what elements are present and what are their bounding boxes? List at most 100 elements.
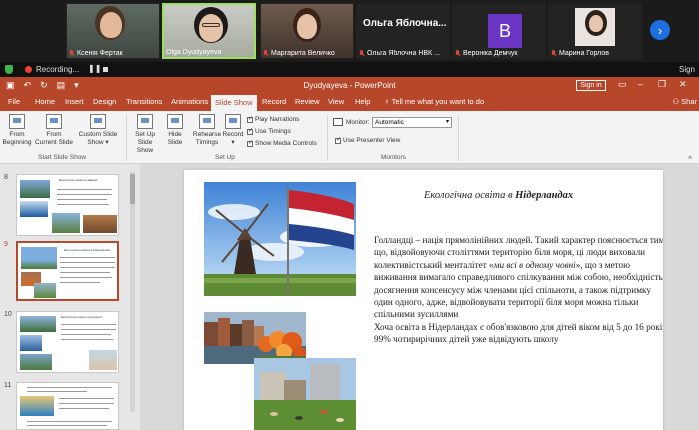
shield-icon bbox=[5, 65, 13, 74]
slide-editor: Екологічна освіта в Нідерландах Голландц… bbox=[140, 164, 699, 430]
collapse-ribbon-icon[interactable]: ˄ bbox=[688, 155, 692, 162]
from-beginning-button[interactable]: From Beginning bbox=[2, 114, 32, 147]
minimize-icon[interactable]: – bbox=[638, 79, 643, 89]
close-icon[interactable]: ✕ bbox=[679, 79, 687, 90]
thumbnail-text-line bbox=[60, 257, 115, 258]
chevron-down-icon: ▾ bbox=[445, 119, 449, 125]
slide-thumbnail[interactable] bbox=[16, 382, 119, 430]
checkbox-icon bbox=[247, 127, 253, 135]
tab-review[interactable]: Review bbox=[295, 97, 320, 106]
glasses-icon bbox=[202, 23, 220, 27]
rehearse-timings-button[interactable]: Rehearse Timings bbox=[192, 114, 222, 147]
thumbnail-text-line bbox=[27, 421, 112, 422]
slideshow-start-icon bbox=[9, 114, 25, 129]
tab-insert[interactable]: Insert bbox=[65, 97, 84, 106]
video-tile[interactable]: Ксенія Фертак bbox=[66, 3, 160, 59]
current-slide[interactable]: Екологічна освіта в Нідерландах Голландц… bbox=[184, 170, 663, 430]
play-narrations-checkbox[interactable]: Play Narrations bbox=[247, 115, 299, 123]
title-bar: ▣ ↶ ↻ ▤ ▾ Dyudyayeva - PowerPoint Sign i… bbox=[0, 77, 699, 94]
scrollbar-thumb[interactable] bbox=[130, 174, 135, 204]
video-tile[interactable]: Ольга Яблочна... Ольга Яблочна НВК ... bbox=[356, 3, 450, 59]
monitor-select[interactable]: Automatic ▾ bbox=[372, 117, 452, 128]
thumbnail-text-line bbox=[60, 267, 115, 268]
park-image bbox=[254, 358, 356, 430]
video-tile-active-speaker[interactable]: Olga Dyudyayeva bbox=[162, 3, 256, 59]
thumbnail-image bbox=[21, 247, 57, 269]
tab-home[interactable]: Home bbox=[35, 97, 55, 106]
monitor-icon bbox=[333, 118, 343, 126]
tab-design[interactable]: Design bbox=[93, 97, 116, 106]
zoom-video-strip: Ксенія Фертак Olga Dyudyayeva Маргарита … bbox=[0, 0, 699, 62]
group-divider bbox=[458, 115, 459, 161]
sign-in-link[interactable]: Sign bbox=[679, 65, 695, 74]
ribbon-tabs: File Home Insert Design Transitions Anim… bbox=[0, 94, 699, 111]
slide-thumbnail[interactable]: Екологічна освіта в Норвегії bbox=[16, 311, 119, 373]
profile-picture bbox=[575, 8, 615, 46]
slide-thumbnail-selected[interactable]: Екологічна освіта в Нідерландах bbox=[16, 241, 119, 301]
group-divider bbox=[327, 115, 328, 161]
show-media-controls-checkbox[interactable]: Show Media Controls bbox=[247, 139, 317, 147]
tab-transitions[interactable]: Transitions bbox=[126, 97, 162, 106]
restore-icon[interactable]: ❐ bbox=[658, 79, 666, 90]
thumbnail-text-line bbox=[60, 277, 112, 278]
video-tile[interactable]: Марина Горлов bbox=[548, 3, 642, 59]
stop-recording-button[interactable] bbox=[103, 67, 108, 72]
checkbox-icon bbox=[247, 115, 253, 123]
chevron-right-icon: › bbox=[657, 22, 663, 38]
windmill-flag-image bbox=[204, 182, 356, 296]
tab-slide-show[interactable]: Slide Show bbox=[211, 95, 257, 111]
thumbnail-image bbox=[34, 283, 56, 298]
use-timings-checkbox[interactable]: Use Timings bbox=[247, 127, 291, 135]
tab-help[interactable]: Help bbox=[355, 97, 370, 106]
custom-slide-show-button[interactable]: Custom Slide Show ▾ bbox=[77, 114, 119, 147]
set-up-slide-show-button[interactable]: Set Up Slide Show bbox=[129, 114, 161, 155]
tab-animations[interactable]: Animations bbox=[171, 97, 208, 106]
slide-title[interactable]: Екологічна освіта в Нідерландах bbox=[424, 190, 573, 201]
video-tile[interactable]: B Вероніка Демчук bbox=[452, 3, 546, 59]
tab-record[interactable]: Record bbox=[262, 97, 286, 106]
thumbnail-image bbox=[89, 350, 117, 370]
thumbnail-text-line bbox=[27, 387, 112, 388]
video-tile[interactable]: Маргарита Величко bbox=[260, 3, 354, 59]
from-current-slide-button[interactable]: From Current Slide bbox=[34, 114, 74, 147]
slide-thumbnail-pane: 8 Екологічна освіта в Швеції 9 Екологічн… bbox=[0, 164, 140, 430]
hide-slide-button[interactable]: Hide Slide bbox=[164, 114, 186, 147]
setup-icon bbox=[137, 114, 153, 129]
thumbnail-text-line bbox=[27, 425, 107, 426]
canal-tulips-photo[interactable] bbox=[204, 312, 306, 364]
slide-thumbnail[interactable]: Екологічна освіта в Швеції bbox=[16, 174, 119, 236]
thumbnail-text-line bbox=[61, 339, 113, 340]
slideshow-current-icon bbox=[46, 114, 62, 129]
thumbnail-image bbox=[20, 335, 42, 351]
group-label-set-up: Set Up bbox=[215, 154, 235, 161]
pause-recording-button[interactable]: ❚❚ bbox=[88, 64, 101, 73]
slide-number: 9 bbox=[4, 241, 8, 248]
thumbnail-image bbox=[20, 354, 52, 370]
recording-label: Recording... bbox=[36, 65, 80, 74]
tulips-canal-image bbox=[204, 312, 306, 364]
tab-view[interactable]: View bbox=[328, 97, 344, 106]
thumbnail-text-line bbox=[61, 329, 116, 330]
participant-name: Марина Горлов bbox=[551, 50, 639, 57]
thumbnail-image bbox=[20, 316, 56, 332]
thumbnail-scrollbar[interactable] bbox=[130, 172, 135, 412]
stopwatch-icon bbox=[199, 114, 215, 129]
slide-number: 8 bbox=[4, 174, 8, 181]
next-page-button[interactable]: › bbox=[650, 20, 670, 40]
park-photo[interactable] bbox=[254, 358, 356, 430]
tell-me-search[interactable]: ♀ Tell me what you want to do bbox=[384, 97, 484, 106]
slide-body-text[interactable]: Голландці – нація прямолінійних людей. Т… bbox=[374, 234, 663, 346]
use-presenter-view-checkbox[interactable]: Use Presenter View bbox=[335, 136, 400, 144]
thumbnail-text-line bbox=[57, 204, 109, 205]
share-button[interactable]: ⚇ Shar bbox=[672, 97, 697, 106]
ribbon-display-options-icon[interactable]: ▭ bbox=[618, 79, 627, 90]
record-button[interactable]: Record ▾ bbox=[222, 114, 244, 147]
windmill-flag-photo[interactable] bbox=[204, 182, 356, 296]
ribbon: From Beginning From Current Slide Custom S… bbox=[0, 111, 699, 164]
thumbnail-text-line bbox=[60, 282, 100, 283]
sign-in-button[interactable]: Sign in bbox=[576, 80, 606, 91]
tab-file[interactable]: File bbox=[8, 97, 20, 106]
thumbnail-text-line bbox=[57, 189, 112, 190]
checkbox-icon bbox=[335, 136, 341, 144]
thumbnail-title: Екологічна освіта в Нідерландах bbox=[64, 248, 111, 252]
